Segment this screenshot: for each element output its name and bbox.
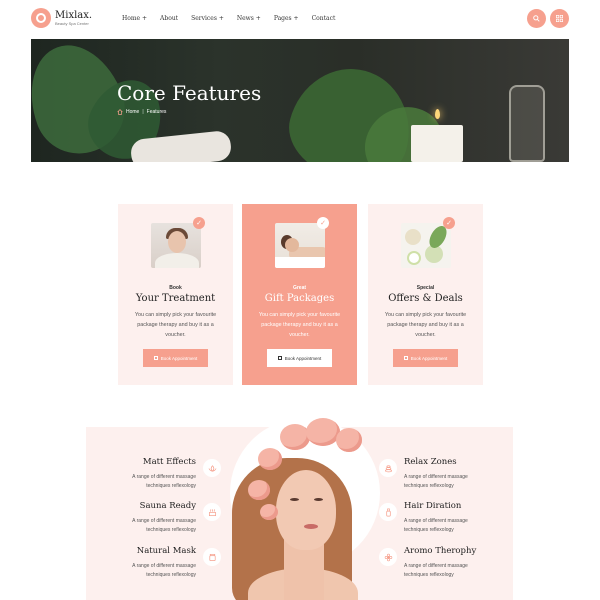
service-title: Hair Diration — [404, 501, 462, 511]
service-hair-diration[interactable]: Hair Diration A range of different massa… — [404, 501, 479, 535]
search-icon — [533, 15, 540, 22]
nav-item-services[interactable]: Services + — [191, 15, 224, 22]
service-natural-mask[interactable]: Natural Mask A range of different massag… — [126, 546, 196, 580]
card-title: Your Treatment — [135, 293, 216, 304]
button-label: Book Appointment — [284, 355, 322, 361]
breadcrumb-separator: | — [142, 109, 144, 115]
check-icon: ✓ — [443, 217, 455, 229]
gift-photo — [275, 223, 325, 268]
lotus-icon — [203, 459, 221, 477]
site-header: Mixlax. Beauty Spa Center Home + About S… — [0, 0, 600, 38]
button-label: Book Appointment — [160, 355, 198, 361]
bottle-decoration — [509, 85, 545, 162]
model-image — [218, 418, 368, 600]
check-icon: ✓ — [317, 217, 329, 229]
book-appointment-button[interactable]: Book Appointment — [143, 349, 208, 367]
grid-menu-icon — [556, 15, 563, 22]
service-title: Relax Zones — [404, 457, 457, 467]
brand-logo[interactable]: Mixlax. Beauty Spa Center — [31, 8, 92, 28]
feature-card-offers: ✓ Special Offers & Deals You can simply … — [368, 204, 483, 385]
brand-tagline: Beauty Spa Center — [55, 20, 89, 26]
candle-flame — [435, 109, 440, 119]
card-description: You can simply pick your favourite packa… — [134, 312, 217, 338]
service-matt-effects[interactable]: Matt Effects A range of different massag… — [126, 457, 196, 491]
book-appointment-button[interactable]: Book Appointment — [393, 349, 458, 367]
mask-jar-icon — [203, 548, 221, 566]
massage-stones-icon — [379, 459, 397, 477]
service-title: Matt Effects — [142, 457, 196, 467]
main-nav: Home + About Services + News + Pages + C… — [122, 15, 335, 22]
service-aromo-therophy[interactable]: Aromo Therophy A range of different mass… — [404, 546, 479, 580]
book-appointment-button[interactable]: Book Appointment — [267, 349, 332, 367]
breadcrumb-home[interactable]: Home — [126, 109, 139, 115]
service-description: A range of different massage techniques … — [404, 474, 468, 489]
treatment-photo — [151, 223, 201, 268]
card-title: Gift Packages — [264, 293, 335, 304]
home-icon — [117, 109, 123, 115]
service-title: Natural Mask — [136, 546, 196, 556]
card-eyebrow: Book — [169, 285, 182, 291]
logo-mark-icon — [31, 8, 51, 28]
nav-item-contact[interactable]: Contact — [312, 15, 336, 22]
aroma-flower-icon — [379, 548, 397, 566]
feature-card-gift: ✓ Great Gift Packages You can simply pic… — [242, 204, 357, 385]
check-icon: ✓ — [193, 217, 205, 229]
nav-item-news[interactable]: News + — [237, 15, 261, 22]
nav-item-pages[interactable]: Pages + — [274, 15, 299, 22]
breadcrumb: Home | Features — [117, 109, 166, 115]
service-description: A range of different massage techniques … — [132, 518, 196, 533]
hair-bottle-icon — [379, 503, 397, 521]
card-eyebrow: Great — [292, 285, 307, 291]
brand-name: Mixlax. — [55, 9, 93, 21]
calendar-icon — [153, 356, 158, 360]
button-label: Book Appointment — [410, 355, 448, 361]
card-eyebrow: Special — [416, 285, 435, 291]
nav-item-about[interactable]: About — [160, 15, 178, 22]
card-description: You can simply pick your favourite packa… — [258, 312, 341, 338]
feature-card-treatment: ✓ Book Your Treatment You can simply pic… — [118, 204, 233, 385]
breadcrumb-current: Features — [146, 109, 167, 115]
nav-item-home[interactable]: Home + — [122, 15, 147, 22]
service-description: A range of different massage techniques … — [132, 563, 196, 578]
service-description: A range of different massage techniques … — [404, 518, 468, 533]
service-description: A range of different massage techniques … — [132, 474, 196, 489]
menu-button[interactable] — [550, 9, 569, 28]
service-description: A range of different massage techniques … — [404, 563, 468, 578]
offers-photo — [401, 223, 451, 268]
calendar-icon — [277, 356, 282, 360]
search-button[interactable] — [527, 9, 546, 28]
service-sauna-ready[interactable]: Sauna Ready A range of different massage… — [126, 501, 196, 535]
service-title: Aromo Therophy — [404, 546, 477, 556]
card-description: You can simply pick your favourite packa… — [384, 312, 467, 338]
service-title: Sauna Ready — [139, 501, 196, 511]
hero-banner: Core Features Home | Features — [31, 39, 569, 162]
calendar-icon — [403, 356, 408, 360]
service-relax-zones[interactable]: Relax Zones A range of different massage… — [404, 457, 479, 491]
card-title: Offers & Deals — [388, 293, 463, 304]
candle-decoration — [411, 125, 463, 162]
page-title: Core Features — [117, 81, 262, 105]
sauna-icon — [203, 503, 221, 521]
